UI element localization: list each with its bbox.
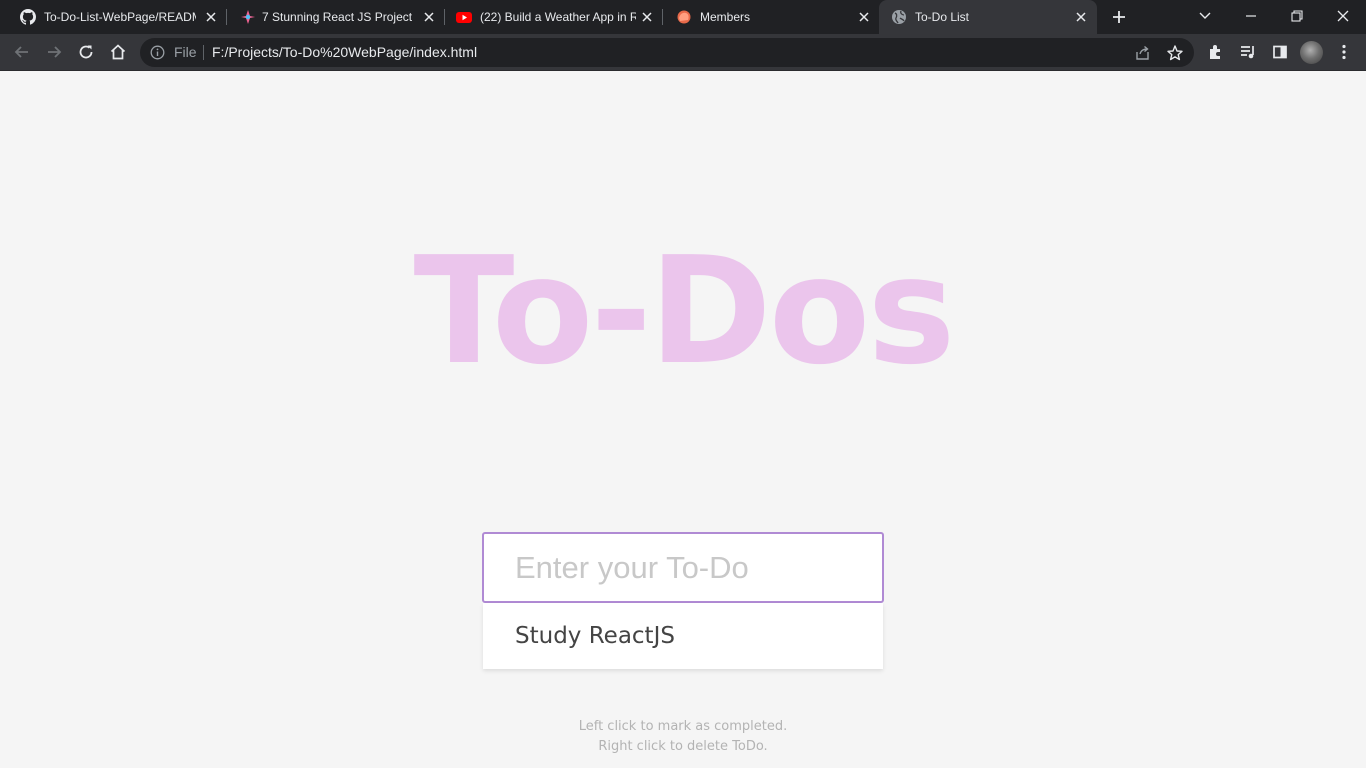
tab-title: 7 Stunning React JS Projects For...: [262, 10, 412, 24]
tab-todo-list[interactable]: To-Do List: [879, 0, 1097, 34]
minimize-button[interactable]: [1240, 5, 1262, 27]
todo-form: Study ReactJS: [482, 532, 884, 669]
tab-weather-app-video[interactable]: (22) Build a Weather App in React: [436, 0, 662, 34]
todo-input[interactable]: [482, 532, 884, 603]
more-menu-icon[interactable]: [1333, 41, 1355, 63]
info-icon[interactable]: [150, 45, 165, 60]
side-panel-icon[interactable]: [1269, 41, 1291, 63]
tab-title: (22) Build a Weather App in React: [480, 10, 636, 24]
members-icon: [676, 9, 692, 25]
restore-button[interactable]: [1286, 5, 1308, 27]
profile-avatar[interactable]: [1300, 41, 1323, 64]
tab-react-projects[interactable]: 7 Stunning React JS Projects For...: [220, 0, 444, 34]
tab-github-readme[interactable]: To-Do-List-WebPage/README.md: [0, 0, 226, 34]
back-button[interactable]: [11, 41, 33, 63]
browser-toolbar: File F:/Projects/To-Do%20WebPage/index.h…: [0, 34, 1366, 71]
url-scheme-label: File: [174, 44, 197, 60]
new-tab-button[interactable]: [1109, 7, 1129, 27]
url-text[interactable]: F:/Projects/To-Do%20WebPage/index.html: [212, 45, 477, 60]
github-icon: [20, 9, 36, 25]
hint-right-click: Right click to delete ToDo.: [598, 739, 768, 754]
close-window-button[interactable]: [1332, 5, 1354, 27]
todo-item[interactable]: Study ReactJS: [483, 603, 883, 669]
todo-list: Study ReactJS: [483, 603, 883, 669]
page-content: To-Dos Study ReactJS Left click to mark …: [0, 71, 1366, 768]
youtube-icon: [456, 9, 472, 25]
reload-button[interactable]: [75, 41, 97, 63]
address-divider: [203, 45, 204, 60]
extensions-icon[interactable]: [1205, 41, 1227, 63]
tab-search-button[interactable]: [1194, 5, 1216, 27]
hint-left-click: Left click to mark as completed.: [578, 719, 788, 734]
tab-title: To-Do List: [915, 10, 970, 24]
bookmark-star-icon[interactable]: [1166, 44, 1184, 62]
close-icon[interactable]: [855, 8, 873, 26]
tab-title: Members: [700, 10, 751, 24]
tab-strip: To-Do-List-WebPage/README.md 7 Stunning …: [0, 0, 1366, 34]
share-icon[interactable]: [1134, 44, 1152, 62]
media-controls-icon[interactable]: [1237, 41, 1259, 63]
globe-icon: [891, 9, 907, 25]
page-title: To-Dos: [413, 225, 955, 397]
forward-button[interactable]: [43, 41, 65, 63]
close-icon[interactable]: [202, 8, 220, 26]
home-button[interactable]: [107, 41, 129, 63]
close-icon[interactable]: [1072, 8, 1090, 26]
address-bar[interactable]: File F:/Projects/To-Do%20WebPage/index.h…: [140, 38, 1194, 67]
react-blog-icon: [240, 9, 256, 25]
close-icon[interactable]: [638, 8, 656, 26]
tab-members[interactable]: Members: [656, 0, 880, 34]
tab-title: To-Do-List-WebPage/README.md: [44, 10, 196, 24]
